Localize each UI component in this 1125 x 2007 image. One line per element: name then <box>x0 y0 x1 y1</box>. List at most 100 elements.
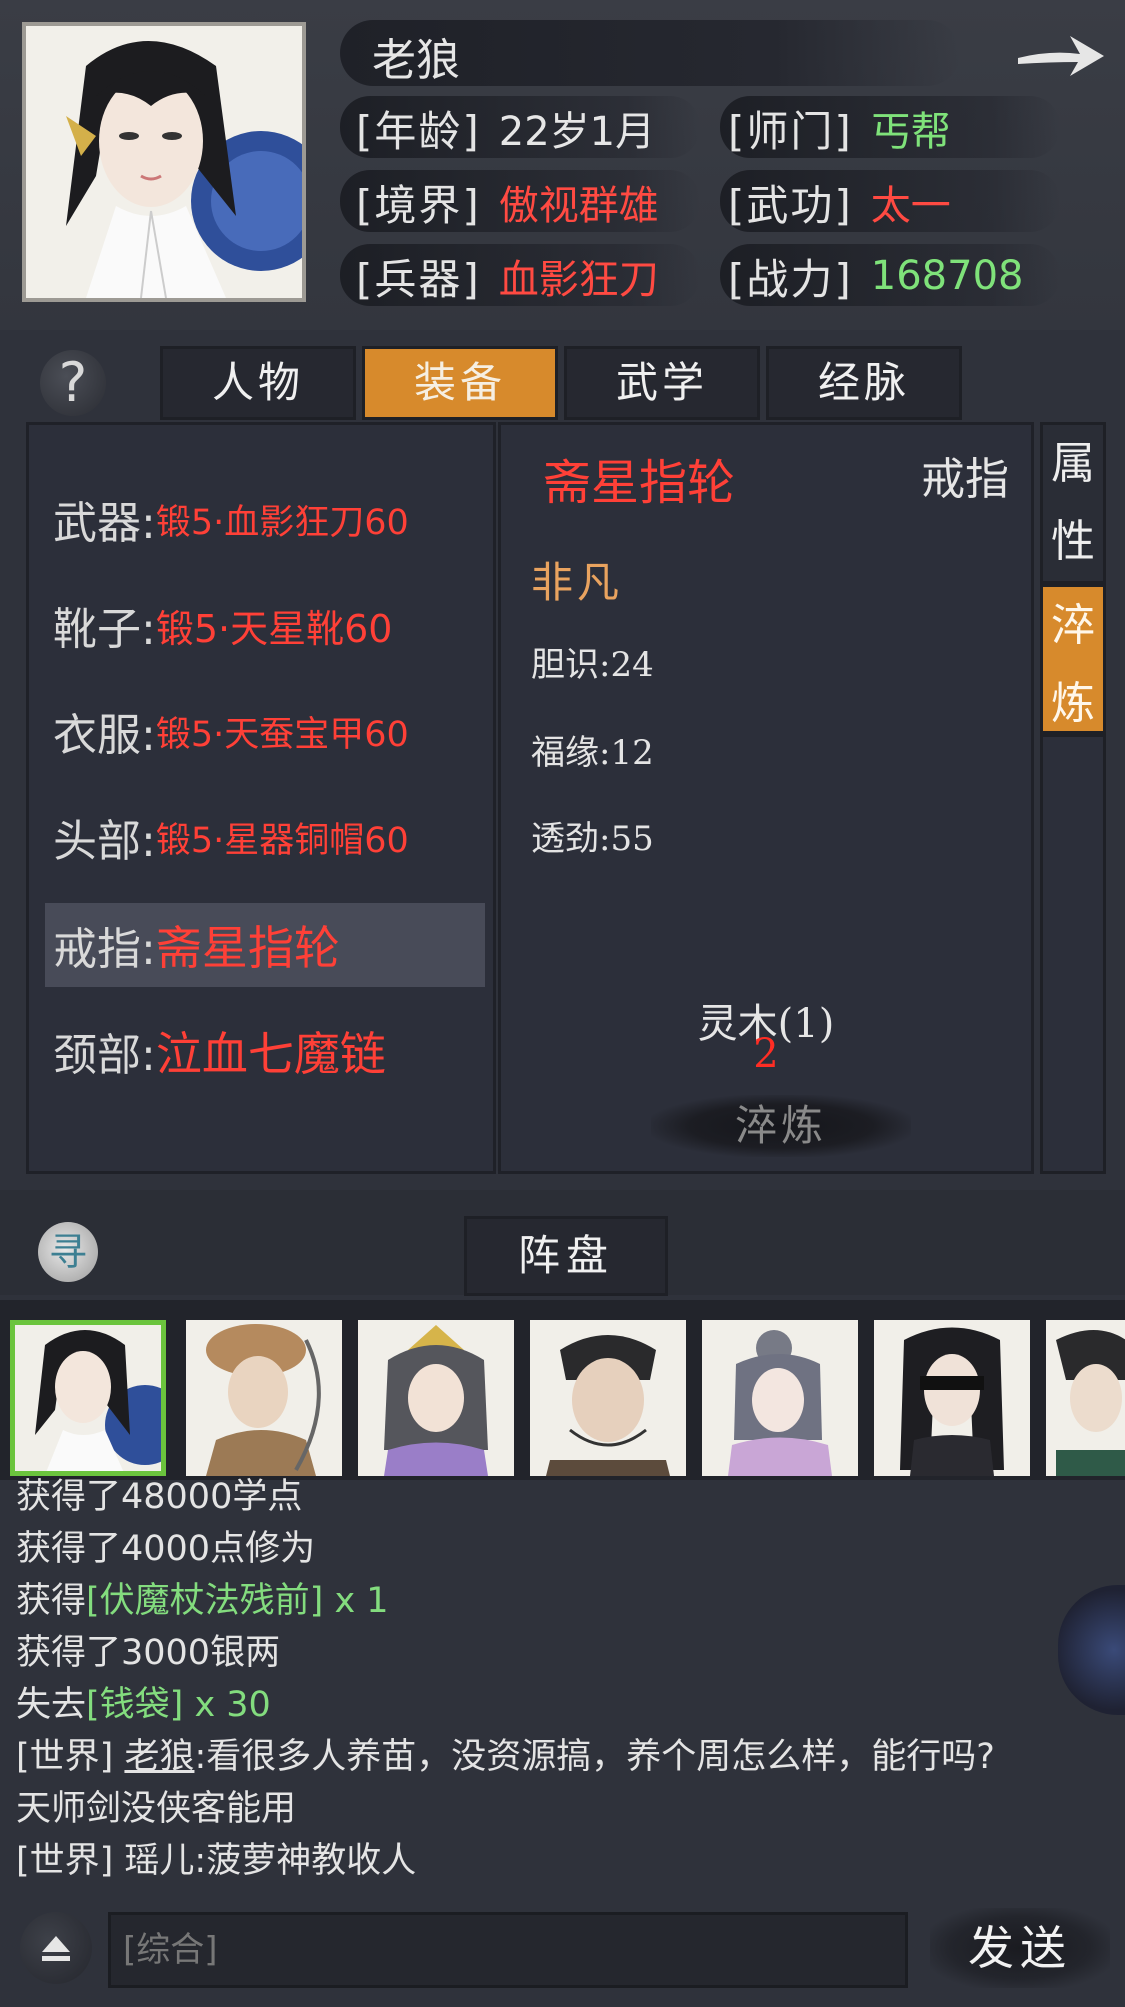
chat-username-link[interactable]: 老狼 <box>124 1737 194 1777</box>
item-type: 戒指 <box>921 454 1009 505</box>
refine-material-count: 2 <box>753 1031 779 1077</box>
avatar <box>530 1320 686 1476</box>
next-character-arrow-icon[interactable] <box>1010 20 1110 90</box>
avatar <box>702 1320 858 1476</box>
avatar <box>358 1320 514 1476</box>
slot-neck[interactable]: 颈部: 泣血七魔链 <box>29 1009 489 1093</box>
tab-martial-arts[interactable]: 武学 <box>564 346 760 420</box>
character-strip <box>0 1300 1125 1480</box>
refine-button[interactable]: 淬炼 <box>651 1095 911 1157</box>
equipment-slot-panel: 武器: 锻5·血影狂刀60 靴子: 锻5·天星靴60 衣服: 锻5·天蚕宝甲60… <box>26 422 496 1174</box>
info-value: 22岁1月 <box>498 109 656 155</box>
side-tab-char: 性 <box>1051 516 1095 567</box>
chat-message: 获得了48000学点 <box>16 1468 302 1519</box>
item-rarity: 非凡 <box>531 558 624 607</box>
help-icon[interactable]: ? <box>40 350 106 416</box>
chat-text: 失去 <box>16 1685 87 1725</box>
slot-label: 武器: <box>53 498 156 549</box>
character-card[interactable] <box>358 1320 514 1476</box>
slot-label: 衣服: <box>53 710 156 761</box>
character-card[interactable] <box>874 1320 1030 1476</box>
character-card[interactable] <box>10 1320 166 1476</box>
item-stat: 透劲:55 <box>531 819 654 859</box>
tab-meridians[interactable]: 经脉 <box>766 346 962 420</box>
slot-value: 锻5·天星靴60 <box>155 606 393 651</box>
chat-channel: [世界] <box>16 1737 125 1777</box>
side-tab-char: 属 <box>1051 438 1095 489</box>
info-value: 丐帮 <box>870 109 951 155</box>
formation-tab[interactable]: 阵盘 <box>464 1216 668 1296</box>
slot-value: 锻5·星器铜帽60 <box>155 820 409 861</box>
character-card[interactable] <box>530 1320 686 1476</box>
side-tab-char: 炼 <box>1051 678 1095 729</box>
chat-message: 获得[伏魔杖法残前] x 1 <box>16 1572 389 1623</box>
chat-text: :看很多人养苗，没资源搞，养个周怎么样，能行吗? <box>194 1737 995 1777</box>
info-age: [年龄] 22岁1月 <box>356 98 655 158</box>
info-power: [战力] 168708 <box>728 246 1023 306</box>
chat-item-link[interactable]: [伏魔杖法残前] <box>86 1581 323 1621</box>
chat-message: 获得了4000点修为 <box>16 1520 315 1571</box>
chat-text: 天师剑没侠客能用 <box>16 1789 297 1829</box>
info-label: [师门] <box>728 106 853 156</box>
slot-boots[interactable]: 靴子: 锻5·天星靴60 <box>29 583 489 667</box>
item-stat: 福缘:12 <box>531 733 654 773</box>
chat-log: 获得了48000学点 获得了4000点修为 获得[伏魔杖法残前] x 1 获得了… <box>0 1477 1125 1908</box>
info-value: 太一 <box>870 183 951 229</box>
side-tab-refine[interactable]: 淬 炼 <box>1040 584 1106 734</box>
chat-item-link[interactable]: [钱袋] <box>86 1685 183 1725</box>
item-stat: 胆识:24 <box>531 645 654 685</box>
chat-text: x 30 <box>183 1685 271 1725</box>
info-martial-art: [武功] 太一 <box>728 172 951 232</box>
slot-label: 颈部: <box>53 1030 156 1081</box>
info-label: [境界] <box>356 180 481 230</box>
slot-value: 锻5·天蚕宝甲60 <box>155 714 409 755</box>
info-value: 血影狂刀 <box>498 257 659 303</box>
avatar <box>15 1325 161 1471</box>
chat-message: [世界] 老狼:看很多人养苗，没资源搞，养个周怎么样，能行吗? <box>16 1728 995 1779</box>
chat-message: 天师剑没侠客能用 <box>16 1780 296 1831</box>
character-portrait[interactable] <box>22 22 306 302</box>
character-card[interactable] <box>702 1320 858 1476</box>
tab-character[interactable]: 人物 <box>160 346 356 420</box>
slot-value: 斋星指轮 <box>155 921 340 975</box>
info-label: [兵器] <box>356 254 481 304</box>
chat-message: 获得了3000银两 <box>16 1624 280 1675</box>
send-button[interactable]: 发送 <box>930 1908 1110 1988</box>
slot-label: 头部: <box>53 816 156 867</box>
eject-icon <box>42 1936 70 1961</box>
side-tab-char: 淬 <box>1051 600 1095 651</box>
info-label: [武功] <box>728 180 853 230</box>
slot-ring[interactable]: 戒指: 斋星指轮 <box>45 903 485 987</box>
info-weapon: [兵器] 血影狂刀 <box>356 246 659 306</box>
slot-weapon[interactable]: 武器: 锻5·血影狂刀60 <box>29 477 489 561</box>
character-name: 老狼 <box>372 35 460 86</box>
collapse-chat-button[interactable] <box>20 1912 92 1984</box>
slot-value: 泣血七魔链 <box>155 1027 386 1081</box>
avatar <box>1046 1320 1125 1476</box>
info-label: [年龄] <box>356 106 481 156</box>
character-card[interactable] <box>1046 1320 1125 1476</box>
chat-message: 失去[钱袋] x 30 <box>16 1676 271 1727</box>
info-value: 168708 <box>870 253 1024 299</box>
side-tab-attributes[interactable]: 属 性 <box>1040 422 1106 584</box>
chat-message: [世界] 瑶儿:菠萝神教收人 <box>16 1832 416 1883</box>
slot-clothes[interactable]: 衣服: 锻5·天蚕宝甲60 <box>29 689 489 773</box>
chat-text: 获得了4000点修为 <box>16 1529 316 1569</box>
info-sect: [师门] 丐帮 <box>728 98 951 158</box>
chat-text: [世界] 瑶儿:菠萝神教收人 <box>16 1841 417 1881</box>
slot-label: 靴子: <box>53 604 156 655</box>
tab-equipment[interactable]: 装备 <box>362 346 558 420</box>
portrait-image <box>26 26 302 298</box>
avatar <box>874 1320 1030 1476</box>
info-value: 傲视群雄 <box>498 183 659 229</box>
avatar <box>186 1320 342 1476</box>
item-detail-panel: 斋星指轮 戒指 非凡 胆识:24 福缘:12 透劲:55 灵木(1) 2 淬炼 <box>498 422 1034 1174</box>
chat-input[interactable]: [综合] <box>108 1912 908 1988</box>
slot-head[interactable]: 头部: 锻5·星器铜帽60 <box>29 795 489 879</box>
info-realm: [境界] 傲视群雄 <box>356 172 659 232</box>
chat-text: 获得了3000银两 <box>16 1633 281 1673</box>
seek-icon[interactable]: 寻 <box>38 1222 98 1282</box>
slot-value: 锻5·血影狂刀60 <box>155 502 409 543</box>
chat-text: 获得了48000学点 <box>16 1477 303 1517</box>
character-card[interactable] <box>186 1320 342 1476</box>
